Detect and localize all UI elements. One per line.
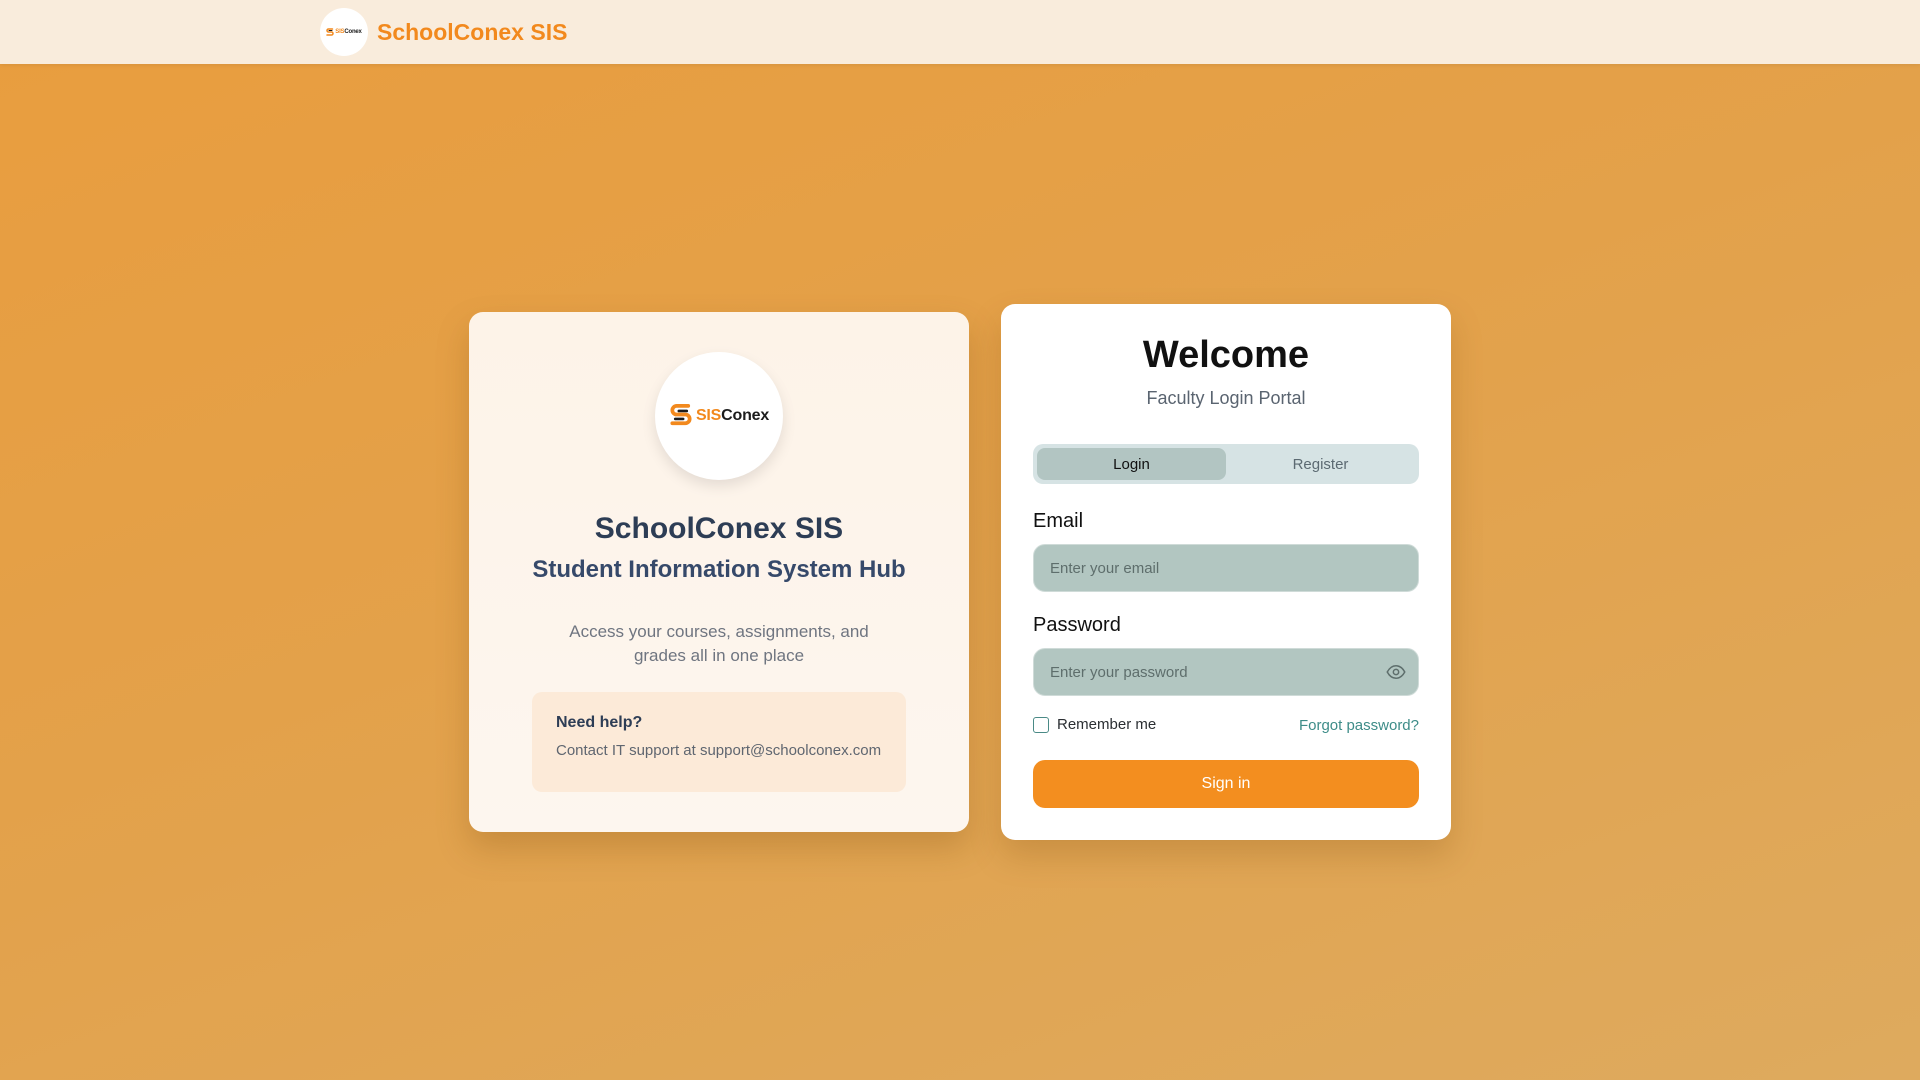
forgot-password-link[interactable]: Forgot password? xyxy=(1299,717,1419,734)
logo-wordmark: SISConex xyxy=(335,29,362,35)
eye-icon[interactable] xyxy=(1386,663,1406,681)
email-field-wrapper xyxy=(1033,544,1419,592)
info-title: SchoolConex SIS xyxy=(594,512,844,545)
tab-register[interactable]: Register xyxy=(1226,448,1415,480)
logo-conex-text: Conex xyxy=(721,407,770,424)
help-box: Need help? Contact IT support at support… xyxy=(532,692,906,792)
sign-in-button[interactable]: Sign in xyxy=(1033,760,1419,808)
login-card: Welcome Faculty Login Portal Login Regis… xyxy=(1001,304,1451,840)
info-description: Access your courses, assignments, and gr… xyxy=(569,622,869,665)
password-field-wrapper xyxy=(1033,648,1419,696)
logo-icon: SISConex xyxy=(669,403,769,429)
password-label: Password xyxy=(1033,614,1121,636)
password-field[interactable] xyxy=(1034,649,1418,695)
remember-me-label[interactable]: Remember me xyxy=(1057,716,1156,733)
info-subtitle: Student Information System Hub xyxy=(532,556,906,583)
remember-me[interactable]: Remember me xyxy=(1033,716,1156,733)
welcome-title: Welcome xyxy=(1142,334,1310,376)
info-card: SISConex SchoolConex SIS Student Informa… xyxy=(469,312,969,832)
logo-s-mark-icon xyxy=(326,27,334,36)
logo-sis-text: SIS xyxy=(695,407,722,424)
logo-conex-text: Conex xyxy=(344,29,362,35)
hero-logo: SISConex xyxy=(655,352,783,480)
checkbox-icon[interactable] xyxy=(1033,716,1049,733)
email-field[interactable] xyxy=(1034,545,1418,591)
tab-login[interactable]: Login xyxy=(1037,448,1226,480)
brand-title[interactable]: SchoolConex SIS xyxy=(377,19,567,46)
logo-sis-text: SIS xyxy=(335,29,345,35)
logo-s-mark-icon xyxy=(670,404,692,426)
logo-icon: SISConex xyxy=(326,27,362,37)
logo-wordmark: SISConex xyxy=(696,407,769,425)
help-text: Contact IT support at support@schoolcone… xyxy=(556,742,882,759)
brand-logo[interactable]: SISConex xyxy=(320,8,368,56)
help-title: Need help? xyxy=(556,714,643,731)
email-label: Email xyxy=(1033,510,1084,532)
top-navbar: SISConex SchoolConex SIS xyxy=(0,0,1920,64)
brand[interactable]: SISConex SchoolConex SIS xyxy=(320,8,567,56)
portal-subtitle: Faculty Login Portal xyxy=(1146,388,1306,408)
auth-tabs: Login Register xyxy=(1033,444,1419,484)
